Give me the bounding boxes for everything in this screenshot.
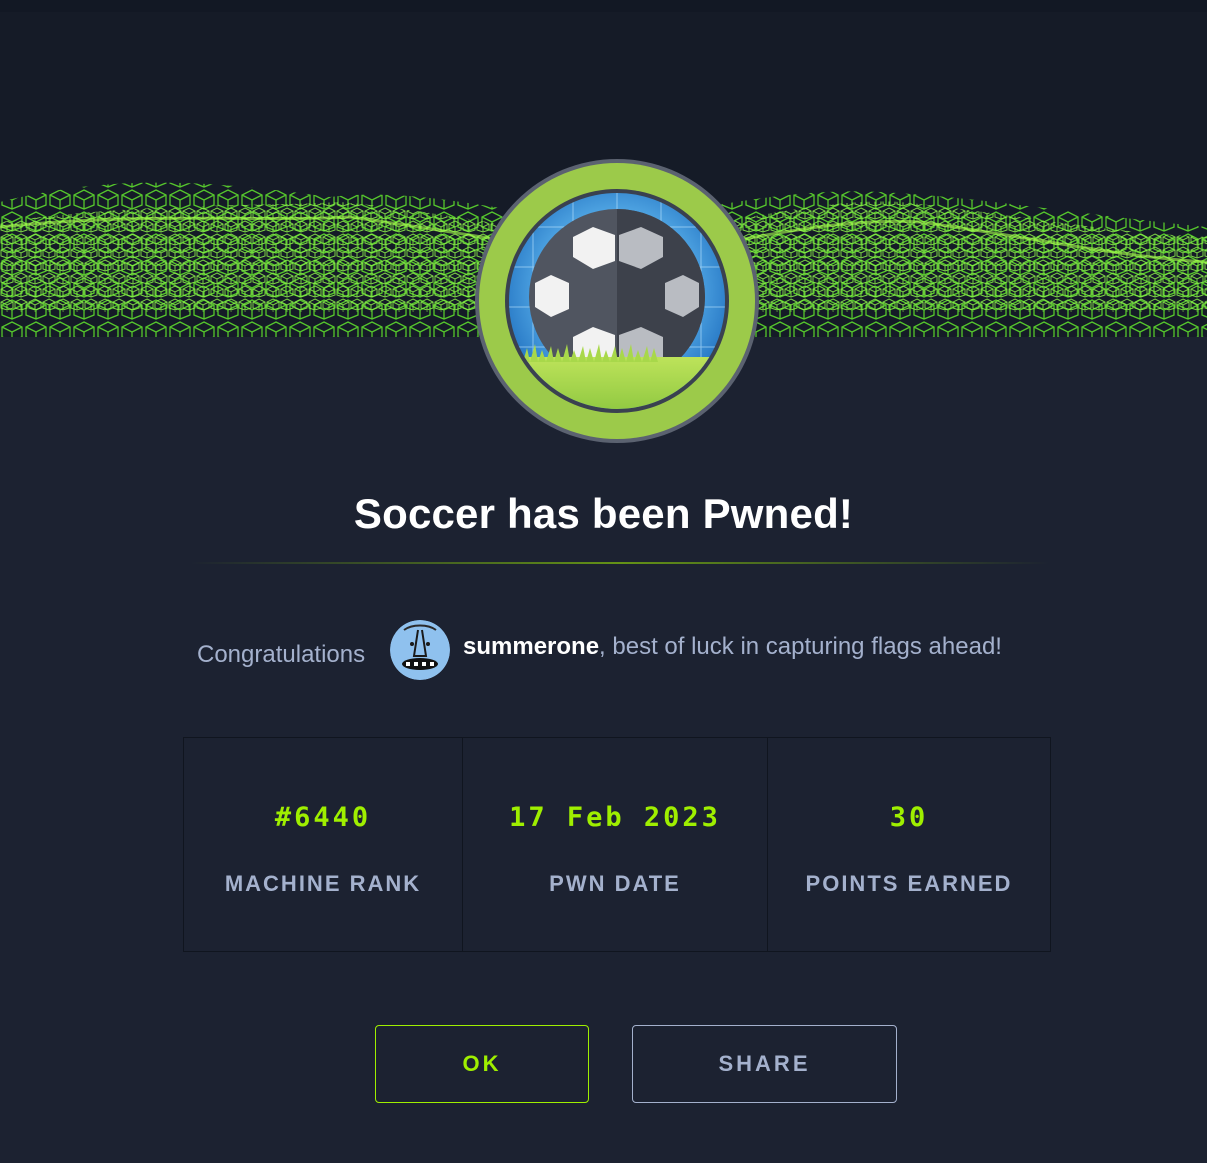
title-divider [190, 562, 1050, 564]
stats-panel: #6440 MACHINE RANK 17 Feb 2023 PWN DATE … [183, 737, 1051, 952]
stat-pwn-date: 17 Feb 2023 PWN DATE [462, 738, 767, 951]
points-earned-value: 30 [889, 802, 929, 833]
congratulations-message: summerone, best of luck in capturing fla… [463, 633, 1002, 661]
congratulations-suffix: , best of luck in capturing flags ahead! [599, 633, 1002, 660]
machine-rank-value: #6440 [274, 802, 372, 833]
pwn-date-value: 17 Feb 2023 [509, 802, 721, 833]
stat-machine-rank: #6440 MACHINE RANK [184, 738, 462, 951]
share-button[interactable]: SHARE [632, 1025, 897, 1103]
username[interactable]: summerone [463, 633, 599, 660]
congratulations-label: Congratulations [197, 641, 366, 668]
pwned-title: Soccer has been Pwned! [353, 490, 854, 537]
soccer-ball-badge-icon [473, 157, 761, 445]
modal-top-strip [0, 0, 1207, 12]
ok-button[interactable]: OK [375, 1025, 589, 1103]
pwn-date-label: PWN DATE [549, 871, 681, 896]
points-earned-label: POINTS EARNED [805, 871, 1013, 896]
stat-points-earned: 30 POINTS EARNED [767, 738, 1050, 951]
machine-rank-label: MACHINE RANK [224, 871, 422, 896]
user-avatar [390, 620, 450, 680]
